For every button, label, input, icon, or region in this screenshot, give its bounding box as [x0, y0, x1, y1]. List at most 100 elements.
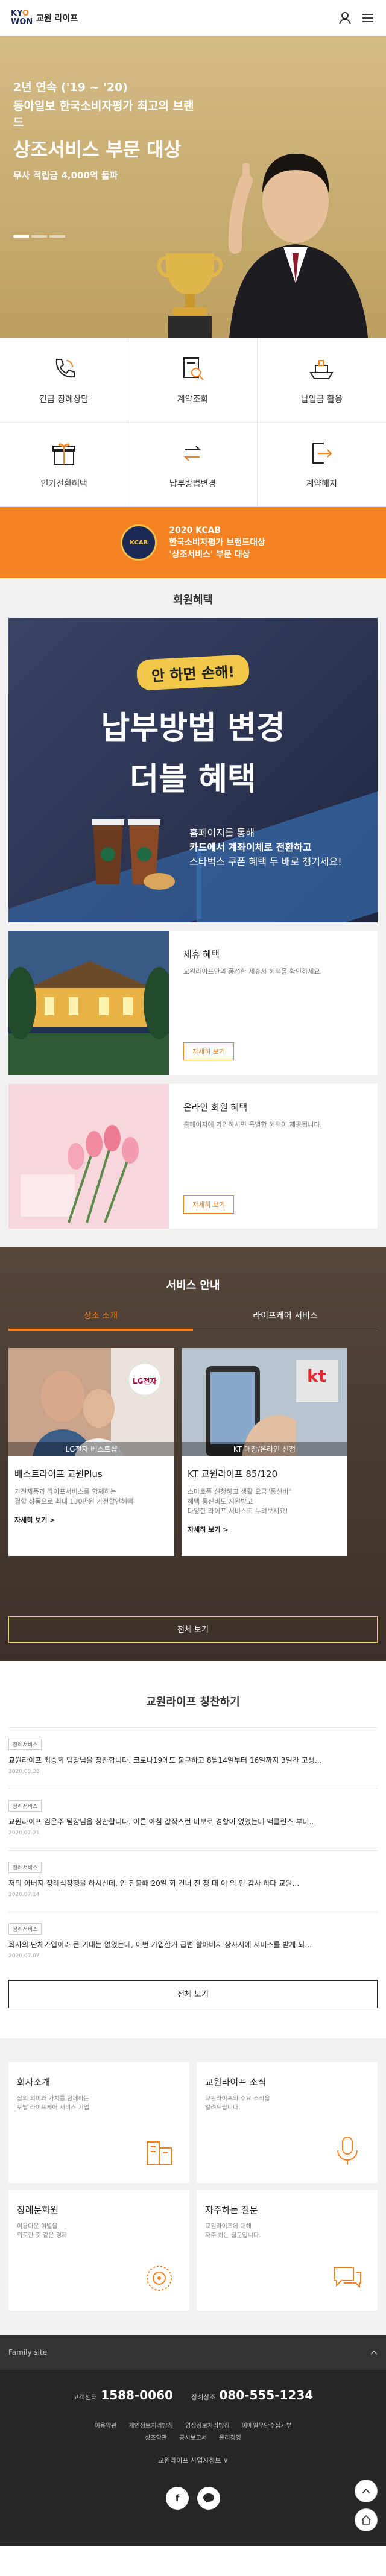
benefit-card-online[interactable]: 온라인 회원 혜택 홈페이지에 가입하시면 특별한 혜택이 제공됩니다. 자세히… [8, 1084, 378, 1229]
benefit-detail-button[interactable]: 자세히 보기 [183, 1195, 235, 1214]
quick-menu: 긴급 장례상담 계약조회 납입금 활용 인기전환혜택 납부방법변경 계약해지 [0, 338, 386, 507]
hero-dot[interactable] [13, 235, 29, 238]
service-caption: LG전자 베스트샵 [8, 1442, 174, 1456]
facebook-icon[interactable]: f [166, 2487, 189, 2510]
quick-item-contract-lookup[interactable]: 계약조회 [128, 338, 258, 423]
praise-item[interactable]: 장례서비스 회사의 단체가입이라 큰 기대는 없었는데, 이번 가입한거 급변 … [8, 1912, 378, 1973]
benefit-card-partner[interactable]: 제휴 혜택 교원라이프만의 풍성한 제휴사 혜택을 확인하세요. 자세히 보기 [8, 931, 378, 1075]
service-more-link[interactable]: 자세히 보기 > [188, 1525, 341, 1534]
service-image: LG전자 LG전자 베스트샵 [8, 1348, 174, 1456]
header-icons [338, 11, 375, 25]
promo-banner[interactable]: 안 하면 손해! 납부방법 변경 더블 혜택 홈페이지를 통해 카드에서 계좌이… [8, 618, 378, 922]
page: KYO WON 교원 라이프 2년 연속 ('19 ~ '20) 동아일보 한국… [0, 0, 386, 2546]
phone-icon [56, 358, 75, 377]
quick-item-label: 인기전환혜택 [40, 479, 87, 489]
praise-date: 2020.07.14 [8, 1892, 40, 1898]
footer-link[interactable]: 윤리경영 [219, 2433, 241, 2445]
info-title: 교원라이프 소식 [205, 2077, 267, 2088]
hero-dot[interactable] [49, 235, 65, 238]
quick-item-emergency-consult[interactable]: 긴급 장례상담 [0, 338, 129, 423]
service-more-link[interactable]: 자세히 보기 > [14, 1515, 168, 1525]
quick-item-label: 납부방법변경 [169, 479, 217, 489]
hero-text: 2년 연속 ('19 ~ '20) 동아일보 한국소비자평가 최고의 브랜드 상… [13, 78, 194, 183]
benefit-title: 제휴 혜택 [183, 949, 220, 960]
info-card-news[interactable]: 교원라이프 소식 교원라이프의 주요 소식을 알려드립니다. [197, 2062, 378, 2183]
quick-item-payment-change[interactable]: 납부방법변경 [128, 423, 258, 507]
promo-subtitle: 더블 혜택 [130, 761, 256, 798]
quick-item-label: 긴급 장례상담 [39, 394, 89, 405]
award-banner[interactable]: KCAB 2020 KCAB 한국소비자평가 브랜드대상 '상조서비스' 부문 … [0, 507, 386, 578]
footer-link[interactable]: 개인정보처리방침 [128, 2420, 173, 2433]
scroll-top-icon[interactable] [355, 2480, 378, 2502]
services-carousel[interactable]: LG전자 LG전자 베스트샵 베스트라이프 교원Plus 가전제품과 라이프서비… [8, 1348, 378, 1556]
praise-date: 2020.07.07 [8, 1953, 40, 1959]
service-card-lg[interactable]: LG전자 LG전자 베스트샵 베스트라이프 교원Plus 가전제품과 라이프서비… [8, 1348, 174, 1556]
hero-dot[interactable] [31, 235, 47, 238]
lg-logo: LG전자 [133, 1377, 157, 1385]
praise-tag: 장례서비스 [8, 1739, 42, 1750]
chevron-up-icon [370, 2348, 378, 2357]
info-card-company[interactable]: 회사소개 삶의 의미와 가치를 함께하는 토탈 라이프케어 서비스 기업 [8, 2062, 189, 2183]
logo[interactable]: KYO WON 교원 라이프 [11, 10, 78, 27]
tab-lifecare-service[interactable]: 라이프케어 서비스 [193, 1309, 378, 1331]
services-tabs: 상조 소개 라이프케어 서비스 [8, 1309, 378, 1331]
praise-view-all-button[interactable]: 전체 보기 [8, 1980, 378, 2008]
footer-link[interactable]: 상조약관 [145, 2433, 167, 2445]
info-grid: 회사소개 삶의 의미와 가치를 함께하는 토탈 라이프케어 서비스 기업 교원라이… [0, 2038, 386, 2335]
user-icon[interactable] [338, 11, 352, 25]
benefit-desc: 홈페이지에 가입하시면 특별한 혜택이 제공됩니다. [183, 1121, 323, 1129]
resort-image [8, 931, 169, 1075]
exit-icon [312, 442, 332, 464]
info-card-faq[interactable]: 자주하는 질문 교원라이프에 대해 자주 하는 질문입니다. [197, 2190, 378, 2311]
service-caption: KT 매장/온라인 신청 [182, 1442, 347, 1456]
info-desc: 이용다운 이별을 위로한 것 같은 경제 [17, 2223, 68, 2239]
info-card-funeral-culture[interactable]: 장례문화원 이용다운 이별을 위로한 것 같은 경제 [8, 2190, 189, 2311]
quick-item-contract-cancel[interactable]: 계약해지 [257, 423, 386, 507]
family-site-select[interactable]: Family site [0, 2335, 386, 2370]
services-view-all-button[interactable]: 전체 보기 [8, 1616, 378, 1643]
home-icon[interactable] [355, 2508, 378, 2531]
footer-links: 이용약관 개인정보처리방침 영상정보처리방침 이메일무단수집거부 상조약관 공시… [78, 2420, 308, 2445]
footer-link[interactable]: 영상정보처리방침 [185, 2420, 230, 2433]
hero-pagination [13, 235, 65, 238]
benefit-detail-button[interactable]: 자세히 보기 [183, 1042, 235, 1060]
member-benefits-section: 회원혜택 안 하면 손해! 납부방법 변경 더블 혜택 홈페이지를 통해 카드에… [0, 578, 386, 1247]
praise-date: 2020.08.28 [8, 1769, 40, 1775]
menu-icon[interactable] [361, 11, 375, 25]
kakaotalk-icon[interactable] [197, 2487, 220, 2510]
praise-item[interactable]: 장례서비스 저의 아버지 장례식장행을 하시신데, 인 진불때 20일 회 건너… [8, 1850, 378, 1912]
service-body: KT 교원라이프 85/120 스마트폰 신청하고 생활 요금"통신비" 혜택 … [182, 1456, 347, 1556]
praise-tag: 장례서비스 [8, 1862, 42, 1873]
phone-customer[interactable]: 고객센터 1588-0060 [73, 2388, 173, 2402]
service-body: 베스트라이프 교원Plus 가전제품과 라이프서비스를 함께하는 결합 상품으로… [8, 1456, 174, 1556]
footer-link[interactable]: 이용약관 [95, 2420, 117, 2433]
quick-item-label: 계약조회 [177, 394, 209, 405]
service-card-kt[interactable]: kt KT 매장/온라인 신청 KT 교원라이프 85/120 스마트폰 신청하… [182, 1348, 347, 1556]
quick-item-payment-use[interactable]: 납입금 활용 [257, 338, 386, 423]
footer-link[interactable]: 이메일무단수집거부 [242, 2420, 292, 2433]
info-title: 장례문화원 [17, 2205, 59, 2215]
exchange-icon [181, 442, 204, 464]
quick-item-label: 계약해지 [306, 479, 338, 489]
hero-banner[interactable]: 2년 연속 ('19 ~ '20) 동아일보 한국소비자평가 최고의 브랜드 상… [0, 36, 386, 338]
logo-text: 교원 라이프 [36, 14, 78, 24]
benefit-desc: 교원라이프만의 풍성한 제휴사 혜택을 확인하세요. [183, 968, 323, 975]
kt-logo: kt [307, 1366, 327, 1386]
info-desc: 교원라이프의 주요 소식을 알려드립니다. [205, 2096, 270, 2111]
praise-section: 교원라이프 칭찬하기 장례서비스 교원라이프 최승희 팀장님을 칭찬합니다. 코… [0, 1661, 386, 2038]
footer-link[interactable]: 공시보고서 [179, 2433, 207, 2445]
phone-funeral[interactable]: 장례상조 080-555-1234 [191, 2388, 313, 2402]
info-title: 자주하는 질문 [205, 2205, 258, 2215]
section-title: 교원라이프 칭찬하기 [146, 1696, 240, 1708]
praise-item[interactable]: 장례서비스 교원라이프 김은주 팀장님을 칭찬합니다. 이른 아침 갑작스런 비… [8, 1789, 378, 1850]
spokesperson-image [228, 154, 368, 338]
service-desc: 스마트폰 신청하고 생활 요금"통신비" 혜택 통신비도 지원받고 다양한 라이… [188, 1488, 292, 1515]
quick-item-conversion-benefit[interactable]: 인기전환혜택 [0, 423, 129, 507]
benefit-body: 온라인 회원 혜택 홈페이지에 가입하시면 특별한 혜택이 제공됩니다. 자세히… [169, 1084, 378, 1229]
praise-text: 저의 아버지 장례식장행을 하시신데, 인 진불때 20일 회 건너 진 청 대… [8, 1879, 300, 1888]
tab-funeral-intro[interactable]: 상조 소개 [8, 1309, 193, 1331]
praise-item[interactable]: 장례서비스 교원라이프 최승희 팀장님을 칭찬합니다. 코로나19에도 불구하고… [8, 1727, 378, 1789]
hero-headline: 상조서비스 부문 대상 [13, 139, 182, 161]
service-title: 베스트라이프 교원Plus [14, 1469, 103, 1479]
business-info-toggle[interactable]: 교원라이프 사업자정보 ∨ [8, 2455, 378, 2465]
